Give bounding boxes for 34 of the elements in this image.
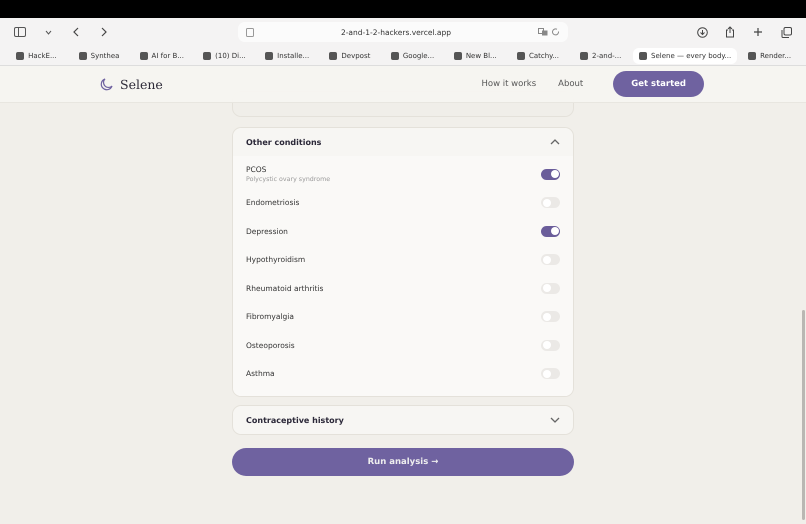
favicon-icon xyxy=(78,52,87,60)
favicon-icon xyxy=(140,52,148,60)
toggle-switch[interactable] xyxy=(541,311,560,322)
nav-link[interactable]: How it works xyxy=(481,79,536,89)
favicon-icon xyxy=(748,52,756,60)
favicon-icon xyxy=(454,52,462,60)
brand-name: Selene xyxy=(120,76,163,92)
toggle-switch[interactable] xyxy=(541,254,560,266)
nav-link[interactable]: About xyxy=(558,79,584,89)
favicon-icon xyxy=(390,52,399,60)
toggle-switch[interactable] xyxy=(541,168,560,180)
favicon-icon xyxy=(203,52,212,60)
moon-icon xyxy=(100,78,113,90)
favicon-icon xyxy=(580,52,588,60)
scrollbar[interactable] xyxy=(802,310,805,520)
favicon-icon xyxy=(16,52,24,60)
toggle-switch[interactable] xyxy=(541,226,560,237)
favicon-icon xyxy=(516,52,525,60)
toggle-switch[interactable] xyxy=(541,340,560,351)
translate-icon[interactable] xyxy=(538,28,548,36)
run-analysis-button[interactable]: Run analysis → xyxy=(232,448,574,476)
favicon-icon xyxy=(639,52,648,60)
page-icon xyxy=(246,28,254,36)
get-started-button[interactable]: Get started xyxy=(613,71,704,97)
reload-icon[interactable] xyxy=(552,28,560,36)
toggle-switch[interactable] xyxy=(541,197,560,208)
chevron-icon xyxy=(550,139,560,145)
chevron-icon xyxy=(550,417,560,423)
toggle-switch[interactable] xyxy=(541,368,560,380)
favicon-icon xyxy=(265,52,274,60)
toggle-switch[interactable] xyxy=(541,282,560,294)
section-header[interactable]: Other conditions xyxy=(233,128,573,156)
section-header[interactable]: Contraceptive history xyxy=(233,406,573,434)
favicon-icon xyxy=(329,52,338,60)
